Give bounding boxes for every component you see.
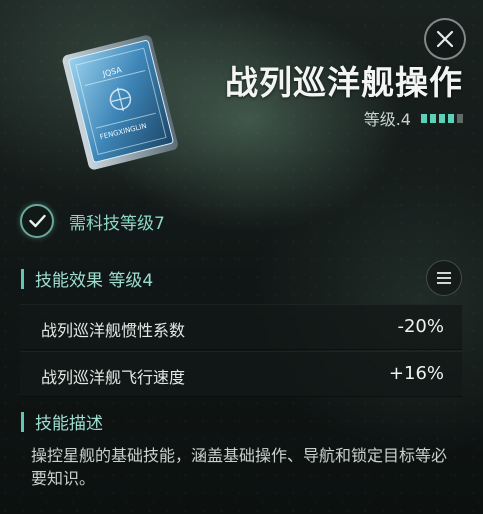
section-accent-bar xyxy=(21,411,24,432)
skillbook-card-image: JQSA FENGXINGLIN xyxy=(52,30,184,175)
level-pip xyxy=(421,113,427,123)
section-accent-bar xyxy=(21,268,24,289)
skill-description: 操控星舰的基础技能，涵盖基础操作、导航和锁定目标等必要知识。 xyxy=(31,446,448,488)
stat-name: 战列巡洋舰惯性系数 xyxy=(41,321,186,340)
level-label: 等级.4 xyxy=(363,110,411,129)
stat-name: 战列巡洋舰飞行速度 xyxy=(41,368,186,387)
level-pips xyxy=(421,113,463,123)
skill-level: 等级.4 xyxy=(363,108,463,129)
close-button[interactable] xyxy=(424,18,466,60)
level-pip xyxy=(448,113,454,123)
effects-section-title: 技能效果 等级4 xyxy=(35,271,154,291)
stat-value: +16% xyxy=(388,363,444,384)
description-section-title: 技能描述 xyxy=(35,414,103,434)
stat-row: 战列巡洋舰飞行速度 +16% xyxy=(20,351,462,397)
skill-title: 战列巡洋舰操作 xyxy=(225,63,463,102)
description-section-header: 技能描述 xyxy=(21,409,103,434)
close-icon xyxy=(436,30,454,48)
effects-section-header: 技能效果 等级4 xyxy=(21,266,153,291)
requirement-text: 需科技等级7 xyxy=(69,213,165,234)
level-pip xyxy=(430,113,436,123)
check-circle-icon xyxy=(20,204,54,238)
level-pip xyxy=(457,113,463,123)
stat-value: -20% xyxy=(397,316,444,337)
requirement-row: 需科技等级7 xyxy=(20,204,165,238)
level-pip xyxy=(439,113,445,123)
stat-row: 战列巡洋舰惯性系数 -20% xyxy=(20,304,462,350)
effects-menu-button[interactable] xyxy=(426,260,462,296)
